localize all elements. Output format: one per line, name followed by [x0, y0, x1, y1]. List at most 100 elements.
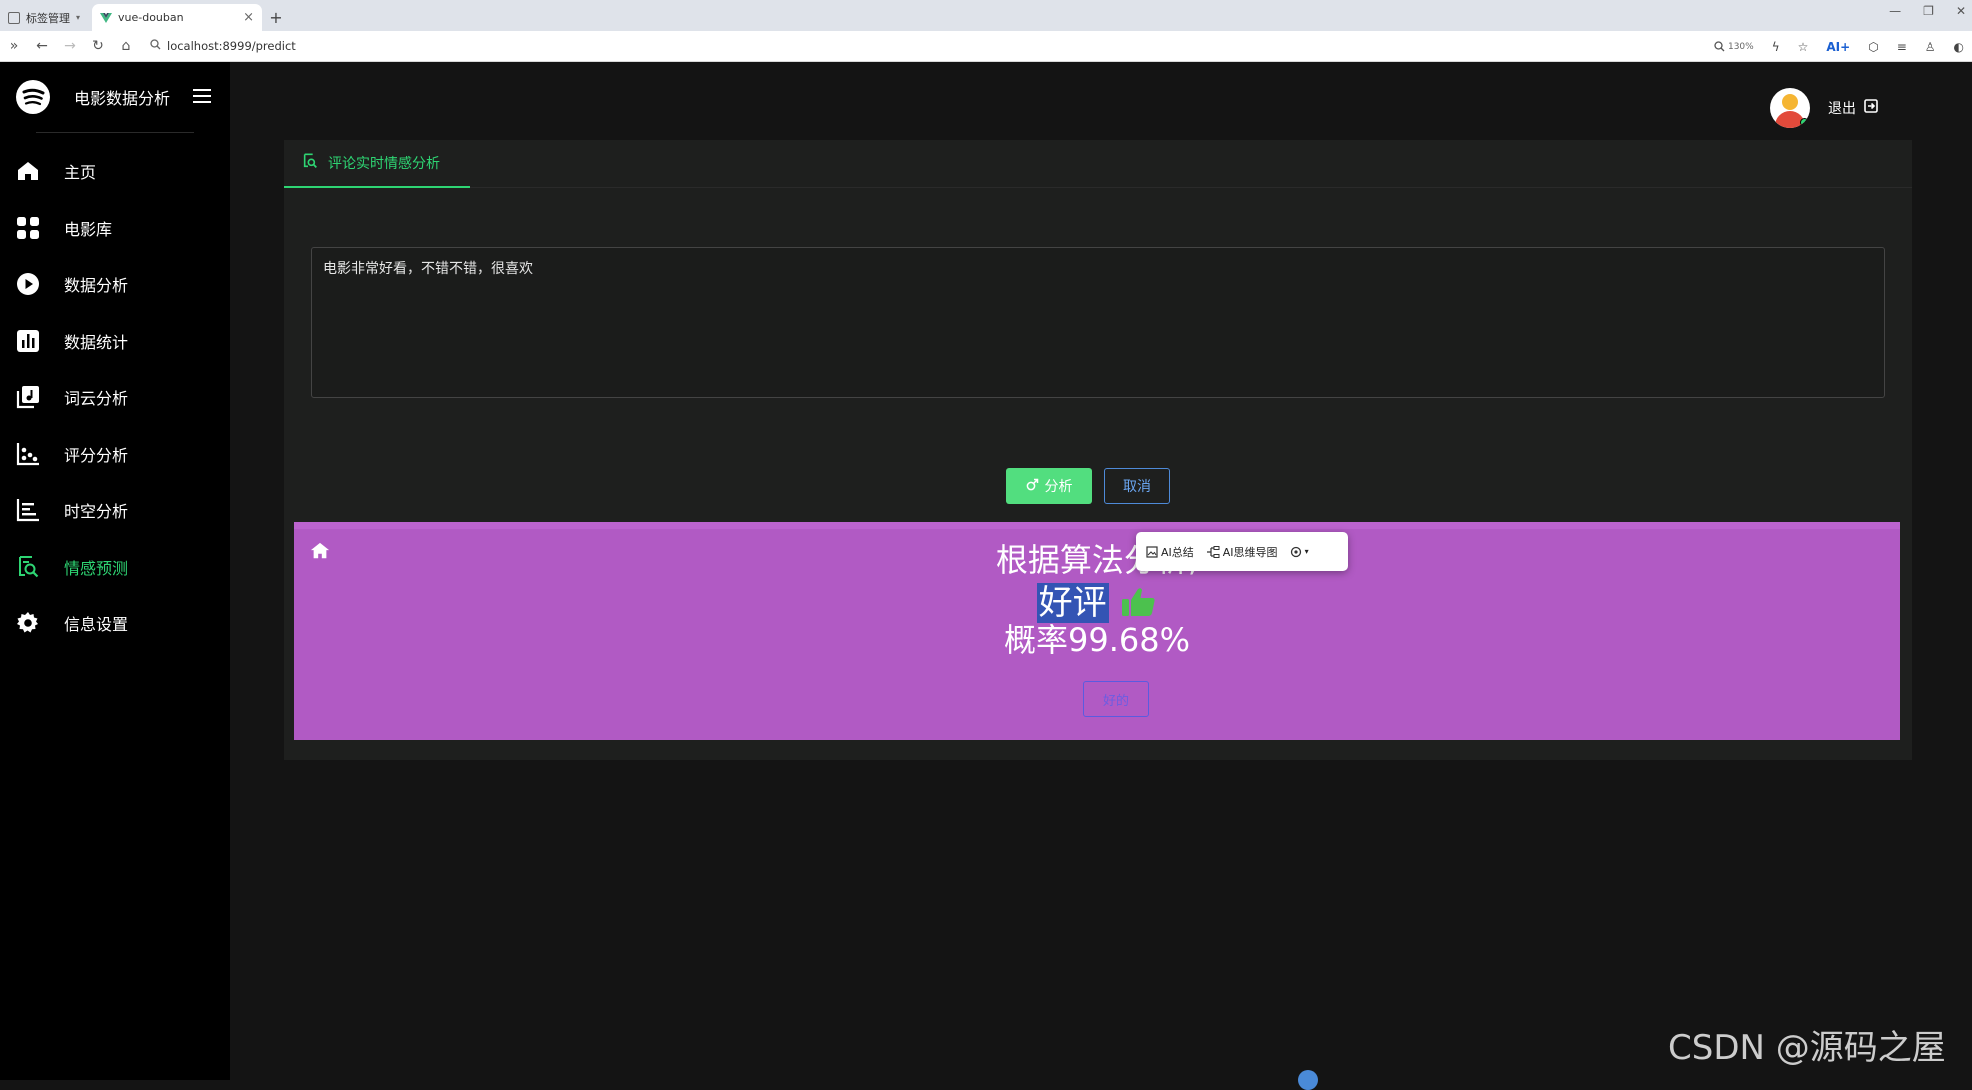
user-bar: 退出 [1770, 88, 1878, 128]
sidebar-menu: 主页 电影库 数据分析 数据统计 词云分析 评分分析 时空分析 情感预测 信息设… [0, 143, 230, 652]
action-buttons: 分析 取消 [274, 468, 1902, 504]
sidebar-toggle-icon[interactable]: » [0, 38, 28, 54]
sidebar-item-movies[interactable]: 电影库 [0, 200, 230, 257]
ai-summary-button[interactable]: AI总结 [1146, 544, 1194, 560]
sidebar-item-sentiment[interactable]: 情感预测 [0, 539, 230, 596]
close-icon[interactable]: × [243, 10, 254, 25]
watermark: CSDN @源码之屋 [1668, 1028, 1946, 1068]
address-bar[interactable]: localhost:8999/predict [150, 39, 296, 53]
url-text: localhost:8999/predict [167, 39, 296, 53]
hamburger-icon[interactable] [193, 89, 211, 107]
lightning-icon[interactable]: ϟ [1772, 40, 1780, 54]
sidebar-item-label: 情感预测 [64, 558, 129, 578]
tab-label: 评论实时情感分析 [328, 156, 440, 172]
sidebar-item-label: 时空分析 [64, 502, 129, 522]
image-icon [1146, 545, 1158, 558]
sidebar-divider [36, 132, 194, 133]
logout-label: 退出 [1828, 101, 1856, 117]
sidebar-item-spatiotemporal[interactable]: 时空分析 [0, 482, 230, 539]
sidebar-item-label: 信息设置 [64, 615, 129, 635]
sidebar-item-label: 数据分析 [64, 276, 129, 296]
browser-tab-bookmarks[interactable]: 标签管理 ▾ [0, 4, 92, 31]
window-controls: — ❐ ✕ [1889, 4, 1966, 18]
settings-icon[interactable]: ◐ [1954, 40, 1964, 54]
sidebar-item-label: 电影库 [64, 219, 113, 239]
main-content: 退出 评论实时情感分析 电影非常好看，不错不错，很喜欢 分析 取消 根据算法分析… [230, 62, 1972, 1080]
chevron-down-icon: ▾ [1304, 547, 1309, 556]
mindmap-icon [1206, 545, 1220, 558]
search-doc-icon [16, 555, 40, 579]
profile-icon[interactable]: ♙ [1925, 40, 1936, 54]
ai-summary-label: AI总结 [1161, 545, 1194, 559]
browser-tabstrip: 标签管理 ▾ vue-douban × + — ❐ ✕ [0, 0, 1972, 31]
toolbar-actions: 130% ϟ ☆ AI+ ⬡ ≡ ♙ ◐ [1714, 31, 1964, 62]
home-icon [16, 159, 40, 183]
sidebar-item-data-analysis[interactable]: 数据分析 [0, 256, 230, 313]
floating-assistant-button[interactable] [1298, 1070, 1318, 1090]
online-status-dot [1800, 118, 1809, 127]
ai-plus-button[interactable]: AI+ [1826, 40, 1850, 54]
search-doc-icon [302, 153, 318, 173]
ok-button[interactable]: 好的 [1083, 681, 1149, 717]
tab-realtime-sentiment[interactable]: 评论实时情感分析 [284, 140, 470, 188]
analyze-label: 分析 [1044, 478, 1073, 494]
spotify-logo-icon [16, 80, 50, 114]
logout-button[interactable]: 退出 [1828, 98, 1878, 118]
zoom-indicator[interactable]: 130% [1714, 41, 1754, 52]
search-icon [150, 39, 161, 53]
bar-chart-icon [16, 329, 40, 353]
browser-toolbar: » ← → ↻ ⌂ localhost:8999/predict 130% ϟ … [0, 31, 1972, 62]
ai-settings-button[interactable]: ▾ [1290, 546, 1309, 558]
ai-mindmap-label: AI思维导图 [1222, 545, 1278, 559]
sidebar-item-label: 评分分析 [64, 445, 129, 465]
sentiment-card: 评论实时情感分析 电影非常好看，不错不错，很喜欢 分析 取消 根据算法分析, 好… [284, 140, 1912, 760]
analyze-button[interactable]: 分析 [1006, 468, 1092, 504]
sidebar-item-home[interactable]: 主页 [0, 143, 230, 200]
tab-manager-icon [8, 11, 20, 24]
result-probability: 概率99.68% [1003, 621, 1191, 659]
home-icon[interactable]: ⌂ [112, 38, 140, 54]
play-icon [16, 272, 40, 296]
cancel-button[interactable]: 取消 [1104, 468, 1170, 504]
reload-icon[interactable]: ↻ [84, 38, 112, 54]
gear-icon [16, 611, 40, 635]
zoom-icon [1714, 41, 1725, 52]
sidebar-item-label: 主页 [64, 163, 97, 183]
timeline-icon [16, 498, 40, 522]
new-tab-button[interactable]: + [262, 4, 290, 31]
close-window-icon[interactable]: ✕ [1956, 4, 1966, 18]
star-icon[interactable]: ☆ [1798, 40, 1809, 54]
browser-tab-vue-douban[interactable]: vue-douban × [92, 4, 262, 31]
back-icon[interactable]: ← [28, 38, 56, 54]
music-library-icon [16, 385, 40, 409]
menu-icon[interactable]: ≡ [1897, 40, 1907, 54]
vue-logo-icon [100, 12, 112, 24]
sidebar-item-statistics[interactable]: 数据统计 [0, 313, 230, 370]
male-symbol-icon [1026, 478, 1039, 494]
sidebar-item-label: 词云分析 [64, 389, 129, 409]
sidebar-item-settings[interactable]: 信息设置 [0, 595, 230, 652]
restore-icon[interactable]: ❐ [1923, 4, 1934, 18]
tab-bar: 评论实时情感分析 [284, 140, 1912, 188]
sidebar-item-rating[interactable]: 评分分析 [0, 426, 230, 483]
zoom-level: 130% [1727, 41, 1754, 52]
minimize-icon[interactable]: — [1889, 4, 1901, 18]
forward-icon[interactable]: → [56, 38, 84, 54]
grid-icon [16, 216, 40, 240]
tab-label: 标签管理 [26, 11, 70, 25]
ai-mindmap-button[interactable]: AI思维导图 [1206, 544, 1278, 560]
scatter-icon [16, 442, 40, 466]
sidebar-header: 电影数据分析 [0, 62, 230, 132]
sidebar: 电影数据分析 主页 电影库 数据分析 数据统计 词云分析 评分分析 时空分析 情… [0, 62, 230, 1080]
chevron-down-icon: ▾ [76, 13, 81, 22]
sidebar-item-label: 数据统计 [64, 332, 129, 352]
settings-icon [1290, 546, 1301, 557]
sidebar-item-wordcloud[interactable]: 词云分析 [0, 369, 230, 426]
avatar[interactable] [1770, 88, 1810, 128]
tab-label: vue-douban [118, 11, 184, 24]
extensions-icon[interactable]: ⬡ [1868, 40, 1878, 54]
logout-icon [1864, 99, 1878, 117]
comment-textarea[interactable]: 电影非常好看，不错不错，很喜欢 [311, 247, 1885, 398]
app-name: 电影数据分析 [74, 89, 171, 108]
ai-selection-popup: AI总结 AI思维导图 ▾ [1136, 532, 1348, 571]
